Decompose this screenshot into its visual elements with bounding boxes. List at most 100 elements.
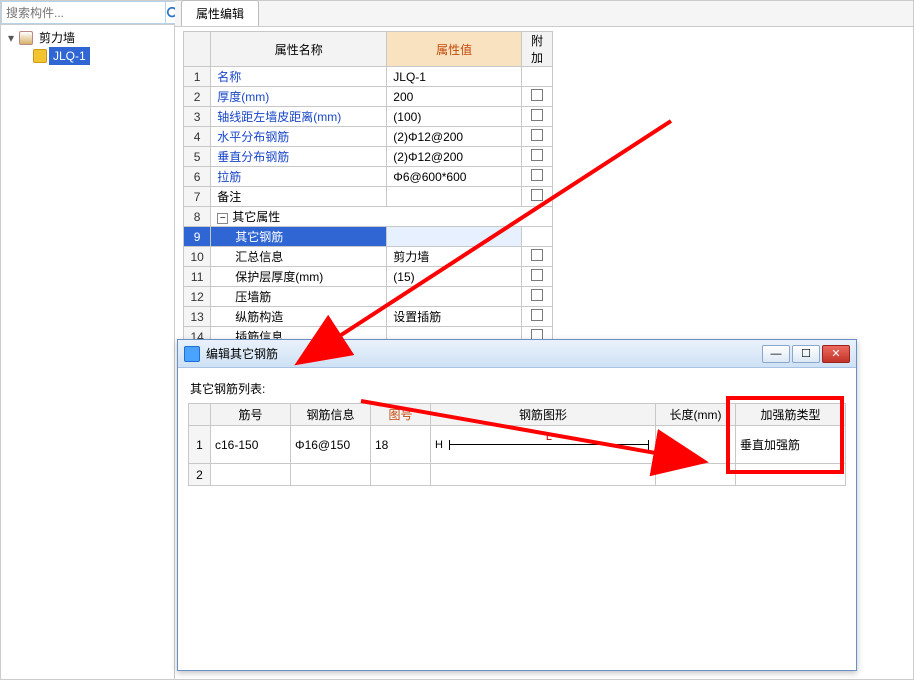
dialog-titlebar[interactable]: 编辑其它钢筋 — ☐ ✕ bbox=[178, 340, 856, 368]
list-cell-info[interactable] bbox=[291, 464, 371, 486]
lcol-rownum bbox=[189, 404, 211, 426]
property-grid: 属性名称 属性值 附加 1名称JLQ-12厚度(mm)2003轴线距左墙皮距离(… bbox=[183, 31, 553, 367]
shape-l-label: L bbox=[546, 431, 552, 443]
rownum-cell: 3 bbox=[184, 107, 211, 127]
tree-toggle-icon[interactable]: ▾ bbox=[5, 29, 17, 47]
property-link[interactable]: 垂直分布钢筋 bbox=[217, 150, 289, 164]
extra-cell[interactable] bbox=[521, 247, 552, 267]
property-link[interactable]: 拉筋 bbox=[217, 170, 241, 184]
checkbox-icon[interactable] bbox=[531, 129, 543, 141]
tree-row-item[interactable]: JLQ-1 bbox=[5, 47, 170, 65]
extra-cell[interactable] bbox=[521, 167, 552, 187]
checkbox-icon[interactable] bbox=[531, 109, 543, 121]
tabstrip: 属性编辑 bbox=[175, 1, 913, 27]
search-input[interactable] bbox=[1, 1, 166, 24]
list-title: 其它钢筋列表: bbox=[190, 380, 846, 397]
checkbox-icon[interactable] bbox=[531, 89, 543, 101]
value-cell[interactable]: JLQ-1 bbox=[387, 67, 522, 87]
value-cell[interactable]: Φ6@600*600 bbox=[387, 167, 522, 187]
value-cell[interactable] bbox=[387, 287, 522, 307]
extra-cell[interactable] bbox=[521, 307, 552, 327]
dialog-body: 其它钢筋列表: 筋号 钢筋信息 图号 钢筋图形 长度(mm) 加强筋类型 bbox=[178, 368, 856, 494]
lcol-num: 筋号 bbox=[211, 404, 291, 426]
extra-cell[interactable] bbox=[521, 287, 552, 307]
rownum-cell: 5 bbox=[184, 147, 211, 167]
value-cell[interactable]: (2)Φ12@200 bbox=[387, 127, 522, 147]
property-row[interactable]: 5 垂直分布钢筋 (2)Φ12@200 bbox=[184, 147, 553, 167]
list-cell-num[interactable] bbox=[211, 464, 291, 486]
group-cell[interactable]: −其它属性 bbox=[211, 207, 553, 227]
list-cell-info[interactable]: Φ16@150 bbox=[291, 426, 371, 464]
name-cell: 垂直分布钢筋 bbox=[211, 147, 387, 167]
lcol-info: 钢筋信息 bbox=[291, 404, 371, 426]
component-icon bbox=[33, 49, 47, 63]
rownum-cell: 1 bbox=[184, 67, 211, 87]
col-value: 属性值 bbox=[387, 32, 522, 67]
list-cell-len[interactable] bbox=[656, 464, 736, 486]
value-cell[interactable]: (15) bbox=[387, 267, 522, 287]
checkbox-icon[interactable] bbox=[531, 169, 543, 181]
value-cell[interactable] bbox=[387, 187, 522, 207]
list-cell-img[interactable] bbox=[371, 464, 431, 486]
list-cell-type[interactable]: 垂直加强筋 bbox=[736, 426, 846, 464]
value-cell[interactable]: 200 bbox=[387, 87, 522, 107]
close-button[interactable]: ✕ bbox=[822, 345, 850, 363]
list-cell-shape[interactable] bbox=[431, 464, 656, 486]
value-cell[interactable]: 设置插筋 bbox=[387, 307, 522, 327]
checkbox-icon[interactable] bbox=[531, 249, 543, 261]
property-row[interactable]: 11保护层厚度(mm)(15) bbox=[184, 267, 553, 287]
value-cell[interactable]: 剪力墙 bbox=[387, 247, 522, 267]
extra-cell[interactable] bbox=[521, 67, 552, 87]
list-row[interactable]: 2 bbox=[189, 464, 846, 486]
property-link[interactable]: 轴线距左墙皮距离(mm) bbox=[217, 110, 341, 124]
property-link[interactable]: 水平分布钢筋 bbox=[217, 130, 289, 144]
list-cell-len[interactable] bbox=[656, 426, 736, 464]
value-cell[interactable] bbox=[387, 227, 522, 247]
property-row[interactable]: 8−其它属性 bbox=[184, 207, 553, 227]
list-cell-img[interactable]: 18 bbox=[371, 426, 431, 464]
extra-cell[interactable] bbox=[521, 127, 552, 147]
checkbox-icon[interactable] bbox=[531, 309, 543, 321]
extra-cell[interactable] bbox=[521, 87, 552, 107]
list-row[interactable]: 1c16-150Φ16@15018HL垂直加强筋 bbox=[189, 426, 846, 464]
property-row[interactable]: 13纵筋构造设置插筋 bbox=[184, 307, 553, 327]
checkbox-icon[interactable] bbox=[531, 269, 543, 281]
property-row[interactable]: 3 轴线距左墙皮距离(mm) (100) bbox=[184, 107, 553, 127]
extra-cell[interactable] bbox=[521, 227, 552, 247]
name-cell: 纵筋构造 bbox=[211, 307, 387, 327]
list-cell-shape[interactable]: HL bbox=[431, 426, 656, 464]
tab-property-edit[interactable]: 属性编辑 bbox=[181, 0, 259, 26]
extra-cell[interactable] bbox=[521, 147, 552, 167]
property-link[interactable]: 名称 bbox=[217, 70, 241, 84]
minimize-button[interactable]: — bbox=[762, 345, 790, 363]
dialog-other-rebar: 编辑其它钢筋 — ☐ ✕ 其它钢筋列表: 筋号 钢筋信息 图号 bbox=[177, 339, 857, 671]
list-cell-type[interactable] bbox=[736, 464, 846, 486]
list-cell-num[interactable]: c16-150 bbox=[211, 426, 291, 464]
rownum-cell: 10 bbox=[184, 247, 211, 267]
value-cell[interactable]: (100) bbox=[387, 107, 522, 127]
property-row[interactable]: 9其它钢筋 bbox=[184, 227, 553, 247]
property-row[interactable]: 1 名称 JLQ-1 bbox=[184, 67, 553, 87]
group-toggle-icon[interactable]: − bbox=[217, 213, 228, 224]
property-row[interactable]: 7备注 bbox=[184, 187, 553, 207]
name-cell: 压墙筋 bbox=[211, 287, 387, 307]
value-cell[interactable]: (2)Φ12@200 bbox=[387, 147, 522, 167]
tree-row-root[interactable]: ▾ 剪力墙 bbox=[5, 29, 170, 47]
property-row[interactable]: 12压墙筋 bbox=[184, 287, 553, 307]
checkbox-icon[interactable] bbox=[531, 289, 543, 301]
component-tree: ▾ 剪力墙 JLQ-1 bbox=[1, 25, 174, 69]
name-cell: 备注 bbox=[211, 187, 387, 207]
maximize-button[interactable]: ☐ bbox=[792, 345, 820, 363]
property-row[interactable]: 2厚度(mm)200 bbox=[184, 87, 553, 107]
checkbox-icon[interactable] bbox=[531, 149, 543, 161]
property-link[interactable]: 厚度(mm) bbox=[217, 90, 269, 104]
property-row[interactable]: 4水平分布钢筋(2)Φ12@200 bbox=[184, 127, 553, 147]
col-rownum bbox=[184, 32, 211, 67]
list-rownum: 2 bbox=[189, 464, 211, 486]
property-row[interactable]: 10汇总信息剪力墙 bbox=[184, 247, 553, 267]
checkbox-icon[interactable] bbox=[531, 189, 543, 201]
extra-cell[interactable] bbox=[521, 267, 552, 287]
extra-cell[interactable] bbox=[521, 187, 552, 207]
extra-cell[interactable] bbox=[521, 107, 552, 127]
property-row[interactable]: 6拉筋Φ6@600*600 bbox=[184, 167, 553, 187]
